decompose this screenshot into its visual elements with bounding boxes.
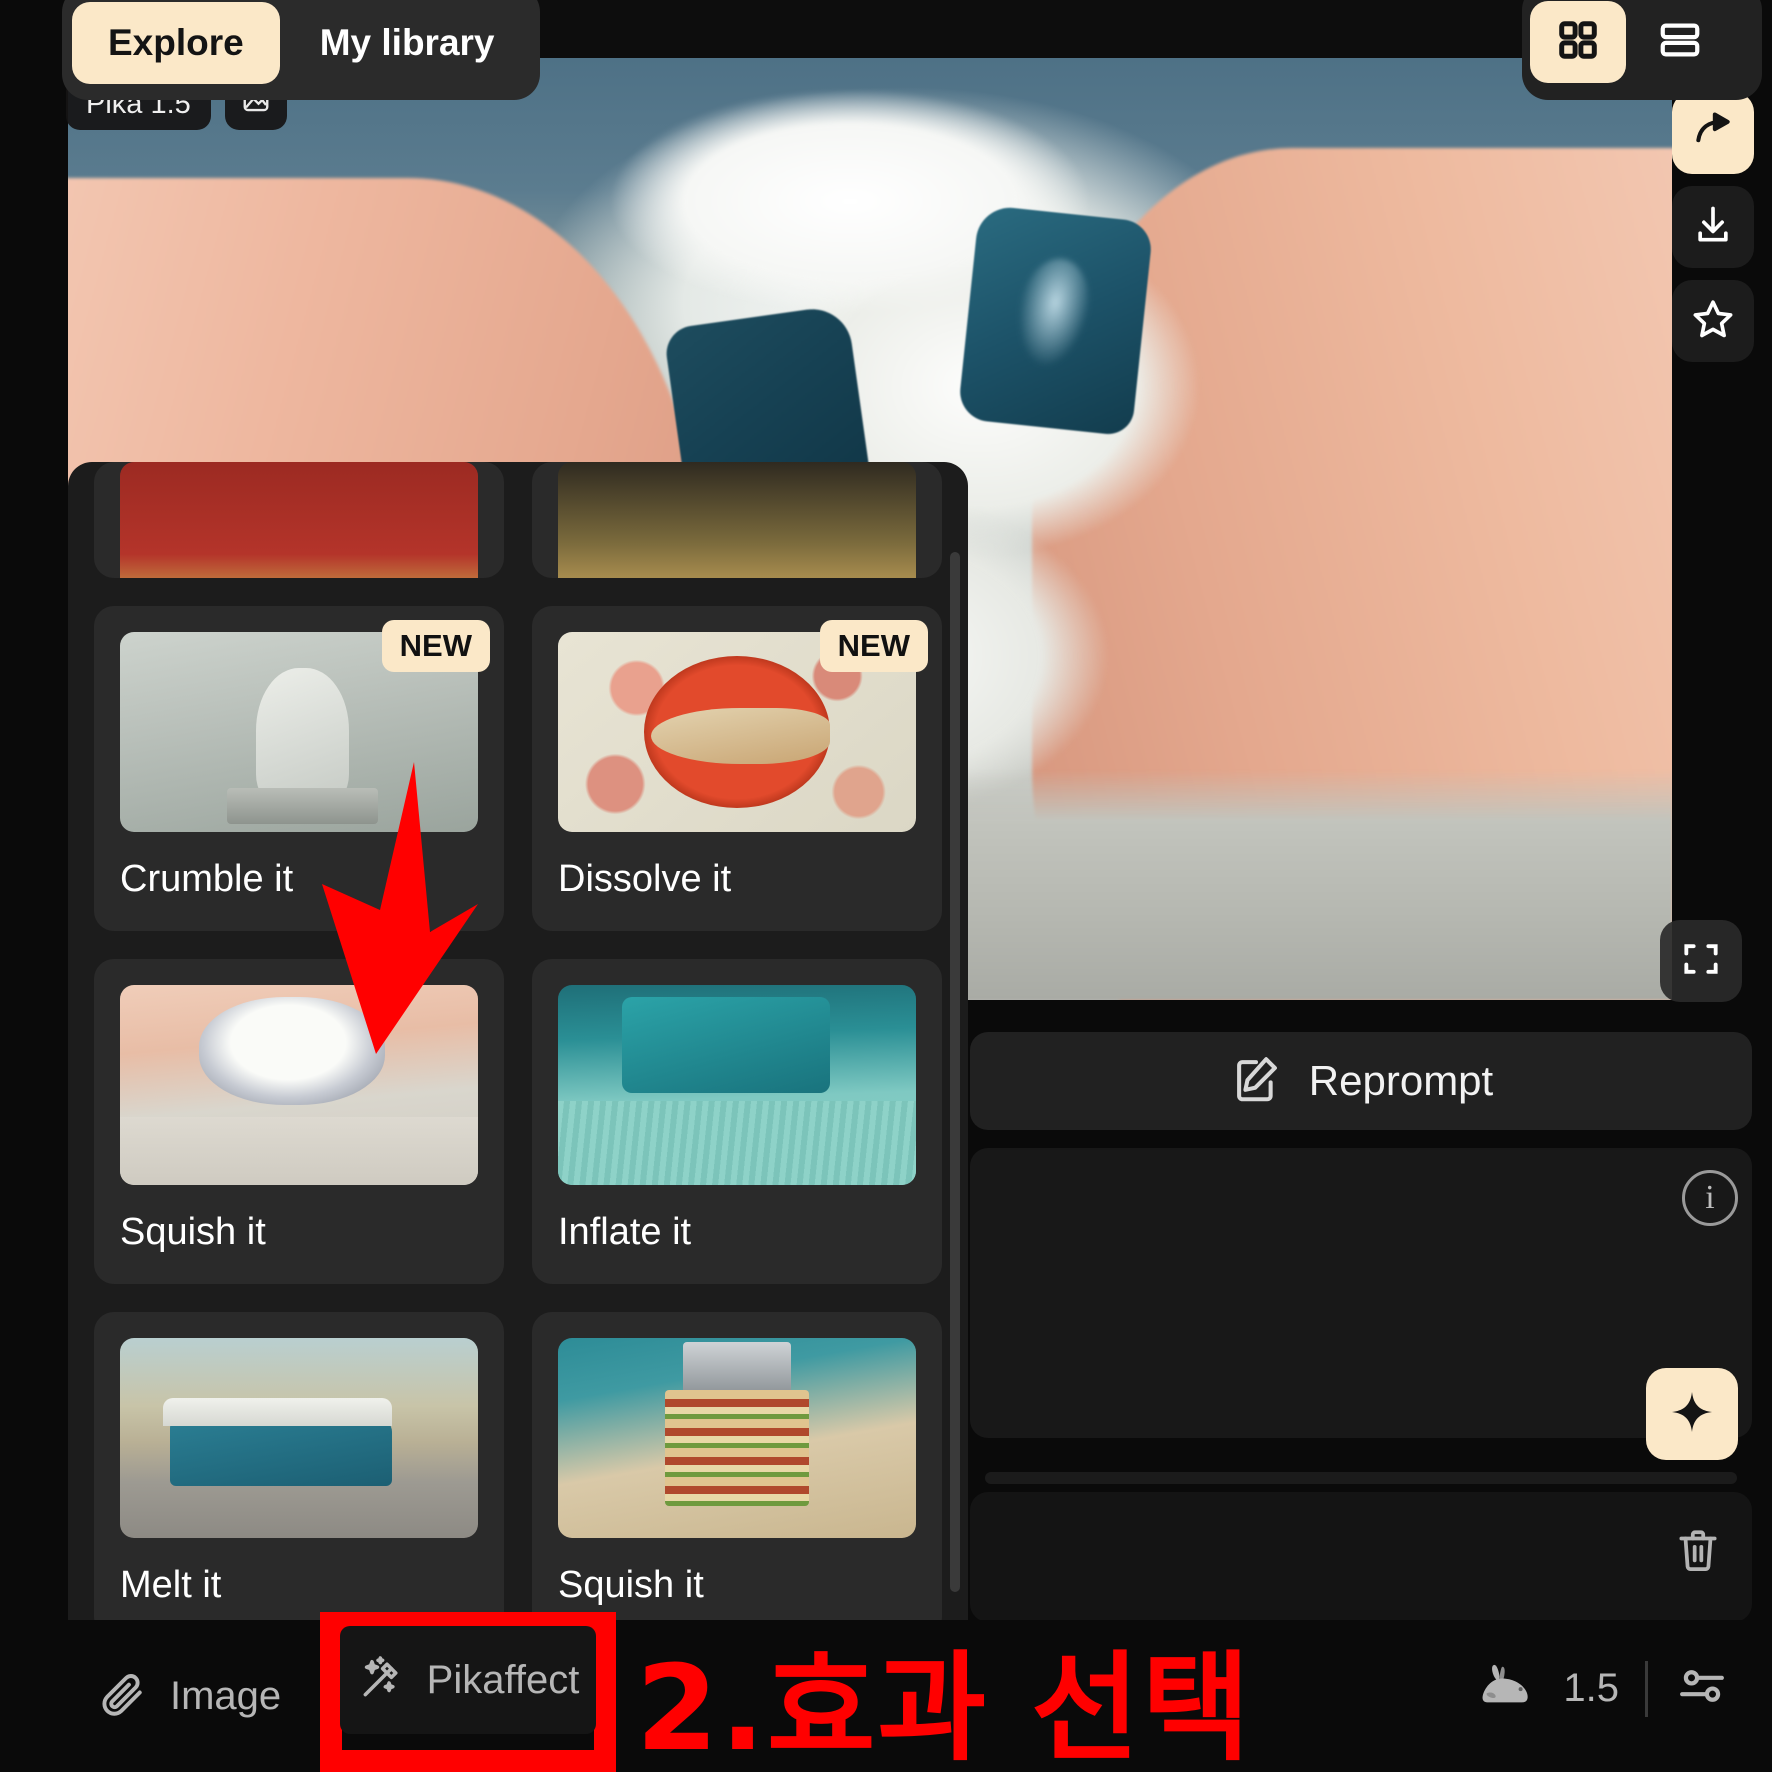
pikaffect-button[interactable]: Pikaffect: [340, 1626, 596, 1734]
generate-button[interactable]: [1646, 1368, 1738, 1460]
media-action-rail: [1672, 92, 1754, 362]
effect-label: Squish it: [120, 1211, 266, 1253]
effect-label: Inflate it: [558, 1211, 692, 1253]
effect-card-inflate[interactable]: Inflate it: [532, 959, 942, 1284]
grid-view-button[interactable]: [1530, 1, 1626, 83]
star-icon: [1690, 296, 1736, 347]
main-tabbar: Explore My library: [62, 0, 540, 100]
tab-my-library[interactable]: My library: [284, 2, 531, 84]
model-version-label: 1.5: [1563, 1666, 1619, 1710]
effect-thumbnail: [558, 1338, 916, 1538]
effect-card-crumble[interactable]: NEW Crumble it: [94, 606, 504, 931]
effect-card-melt[interactable]: Melt it: [94, 1312, 504, 1637]
tab-explore-label: Explore: [108, 22, 244, 63]
list-view-icon: [1657, 17, 1703, 68]
image-attach-label: Image: [170, 1673, 282, 1718]
view-mode-toggle: [1522, 0, 1762, 100]
info-icon[interactable]: i: [1682, 1170, 1738, 1226]
favorite-button[interactable]: [1672, 280, 1754, 362]
effect-label: Dissolve it: [558, 858, 732, 900]
rabbit-icon: [1475, 1655, 1537, 1722]
effect-thumbnail: [558, 985, 916, 1185]
sliders-icon[interactable]: [1674, 1658, 1730, 1719]
effect-thumbnail: [120, 985, 478, 1185]
effect-thumbnail: [120, 462, 478, 578]
reprompt-button[interactable]: Reprompt: [970, 1032, 1752, 1130]
app-root: Pika 1.5 Explore My library NEW Crumble …: [0, 0, 1772, 1772]
tab-my-library-label: My library: [319, 22, 495, 63]
prompt-divider: [985, 1472, 1737, 1484]
trash-icon: [1673, 1525, 1723, 1580]
effect-card-squish-alt[interactable]: Squish it: [532, 1312, 942, 1637]
effects-panel-scrollbar[interactable]: [950, 552, 960, 1592]
fullscreen-icon: [1679, 937, 1723, 986]
effect-thumbnail: [120, 1338, 478, 1538]
edit-pencil-icon: [1229, 1052, 1283, 1111]
reprompt-label: Reprompt: [1308, 1057, 1494, 1104]
grid-view-icon: [1555, 17, 1601, 68]
download-icon: [1691, 203, 1735, 252]
new-badge: NEW: [819, 620, 928, 672]
model-divider: [1645, 1660, 1648, 1717]
pikaffect-effects-panel[interactable]: Ta-da it Deflate it NEW Crumble it NEW D…: [68, 462, 968, 1642]
annotation-step-text: 2.효과 선택: [636, 1639, 1253, 1772]
share-arrow-icon: [1691, 109, 1735, 158]
share-button[interactable]: [1672, 92, 1754, 174]
effect-card-ta-da[interactable]: Ta-da it: [94, 462, 504, 578]
prompt-input-box[interactable]: [970, 1148, 1752, 1438]
delete-button[interactable]: [1658, 1512, 1738, 1592]
tab-explore[interactable]: Explore: [72, 2, 280, 84]
effect-label: Melt it: [120, 1564, 222, 1606]
effect-label: Squish it: [558, 1564, 704, 1606]
magic-wand-icon: [357, 1653, 407, 1708]
effects-scroll-area[interactable]: Ta-da it Deflate it NEW Crumble it NEW D…: [68, 462, 968, 1642]
fullscreen-button[interactable]: [1660, 920, 1742, 1002]
effects-grid: Ta-da it Deflate it NEW Crumble it NEW D…: [94, 462, 942, 1637]
effect-card-dissolve[interactable]: NEW Dissolve it: [532, 606, 942, 931]
image-attach-button[interactable]: Image: [96, 1668, 281, 1725]
sparkle-icon: [1668, 1388, 1716, 1441]
download-button[interactable]: [1672, 186, 1754, 268]
pikaffect-label: Pikaffect: [426, 1657, 580, 1702]
history-panel: [970, 1492, 1752, 1622]
effect-thumbnail: [558, 462, 916, 578]
new-badge: NEW: [381, 620, 490, 672]
effect-card-deflate[interactable]: Deflate it: [532, 462, 942, 578]
info-glyph: i: [1705, 1179, 1715, 1216]
effect-card-squish[interactable]: Squish it: [94, 959, 504, 1284]
paperclip-icon: [96, 1668, 148, 1725]
model-selector[interactable]: 1.5: [1475, 1655, 1730, 1722]
list-view-button[interactable]: [1632, 1, 1728, 83]
effect-label: Crumble it: [120, 858, 294, 900]
